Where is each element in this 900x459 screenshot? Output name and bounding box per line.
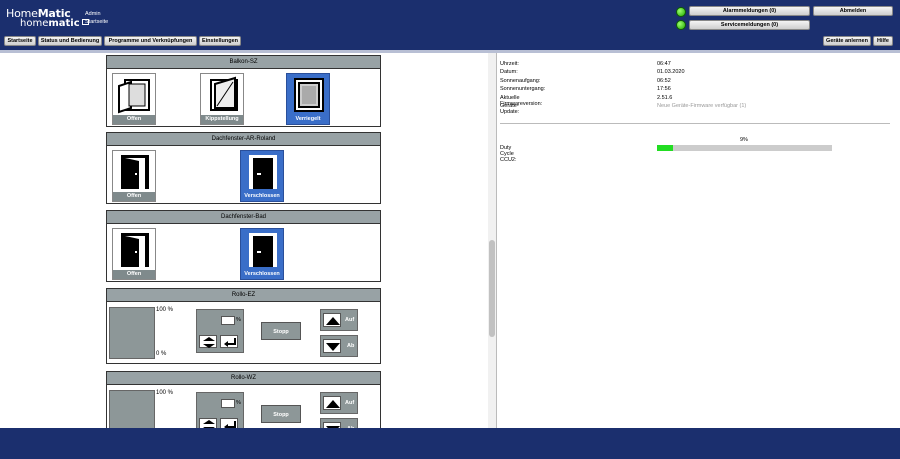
- scrollbar-thumb[interactable]: [489, 240, 495, 337]
- door-closed-icon: [249, 233, 277, 267]
- up-label: Auf: [345, 400, 355, 406]
- tile-offen[interactable]: Offen: [112, 228, 156, 280]
- help-button[interactable]: Hilfe: [873, 36, 893, 46]
- tile-kippstellung[interactable]: Kippstellung: [200, 73, 244, 125]
- nav-einstellungen[interactable]: Einstellungen: [199, 36, 241, 46]
- duty-cycle-percent: 9%: [740, 137, 748, 143]
- level-control-box: %: [196, 392, 244, 428]
- nav-programme-und-verknuepfungen[interactable]: Programme und Verknüpfungen: [104, 36, 197, 46]
- device-list-pane[interactable]: Balkon-SZ Offen Kippstellung Verriegelt …: [0, 53, 497, 428]
- level-max-label: 100 %: [156, 390, 174, 396]
- level-unit: %: [236, 400, 241, 406]
- firmware-update-link[interactable]: Neue Geräte-Firmware verfügbar (1): [657, 103, 746, 109]
- up-button[interactable]: Auf: [320, 392, 358, 414]
- header: HomeMatic homematic Admin Startseite Ala…: [0, 0, 900, 50]
- arrow-down-icon: [323, 339, 341, 353]
- stop-button[interactable]: Stopp: [261, 405, 301, 423]
- alarm-messages-button[interactable]: Alarmmeldungen (0): [689, 6, 810, 16]
- device-panel-balkon-sz: Balkon-SZ Offen Kippstellung Verriegelt: [106, 55, 381, 127]
- footer: [0, 428, 900, 459]
- tile-verschlossen[interactable]: Verschlossen: [240, 228, 284, 280]
- level-min-label: 0 %: [156, 351, 167, 357]
- user-name: Admin: [85, 11, 101, 17]
- arrow-up-icon: [323, 396, 341, 410]
- device-panel-dachfenster-bad: Dachfenster-Bad Offen Verschlossen: [106, 210, 381, 282]
- tile-label: Verschlossen: [241, 192, 283, 201]
- tile-offen[interactable]: Offen: [112, 150, 156, 202]
- tile-offen[interactable]: Offen: [112, 73, 156, 125]
- divider: [500, 123, 890, 124]
- system-info-pane: Uhrzeit: 06:47 Datum: 01.03.2020 Sonnena…: [498, 53, 900, 428]
- panel-title: Dachfenster-Bad: [107, 211, 380, 224]
- nav-startseite[interactable]: Startseite: [4, 36, 36, 46]
- window-locked-icon: [294, 78, 324, 112]
- device-panel-dachfenster-ar-roland: Dachfenster-AR-Roland Offen Verschlossen: [106, 132, 381, 204]
- up-label: Auf: [345, 317, 355, 323]
- panel-title: Balkon-SZ: [107, 56, 380, 69]
- device-list-scrollbar[interactable]: [488, 53, 496, 428]
- user-info: Admin Startseite: [85, 10, 108, 26]
- panel-title: Rollo-EZ: [107, 289, 380, 302]
- window-open-icon: [118, 79, 150, 114]
- door-closed-icon: [249, 155, 277, 189]
- level-apply-icon[interactable]: [220, 335, 238, 348]
- tile-verriegelt[interactable]: Verriegelt: [286, 73, 330, 125]
- down-label: Ab: [347, 343, 355, 349]
- duty-cycle-fill: [657, 145, 673, 151]
- level-max-label: 100 %: [156, 307, 174, 313]
- down-button[interactable]: Ab: [320, 335, 358, 357]
- alarm-status-led-icon: [676, 7, 686, 17]
- tile-label: Offen: [113, 192, 155, 201]
- up-button[interactable]: Auf: [320, 309, 358, 331]
- level-input[interactable]: [221, 399, 235, 408]
- panel-title: Rollo-WZ: [107, 372, 380, 385]
- tile-label: Kippstellung: [201, 115, 243, 124]
- tile-label: Verriegelt: [287, 115, 329, 124]
- shutter-level-display: [109, 307, 155, 359]
- tile-verschlossen[interactable]: Verschlossen: [240, 150, 284, 202]
- down-button[interactable]: Ab: [320, 418, 358, 428]
- shutter-level-display: [109, 390, 155, 428]
- window-tilted-icon: [210, 76, 238, 111]
- panel-title: Dachfenster-AR-Roland: [107, 133, 380, 146]
- service-status-led-icon: [676, 20, 686, 30]
- nav-status-und-bedienung[interactable]: Status und Bedienung: [38, 36, 102, 46]
- logout-button[interactable]: Abmelden: [813, 6, 893, 16]
- level-apply-icon[interactable]: [220, 418, 238, 428]
- stop-button[interactable]: Stopp: [261, 322, 301, 340]
- level-input[interactable]: [221, 316, 235, 325]
- tile-label: Offen: [113, 115, 155, 124]
- door-open-icon: [121, 233, 149, 267]
- current-page: Startseite: [85, 19, 109, 25]
- tile-label: Verschlossen: [241, 270, 283, 279]
- door-open-icon: [121, 155, 149, 189]
- level-stepper-icon[interactable]: [199, 335, 217, 348]
- level-stepper-icon[interactable]: [199, 418, 217, 428]
- service-messages-button[interactable]: Servicemeldungen (0): [689, 20, 810, 30]
- level-control-box: %: [196, 309, 244, 353]
- device-panel-rollo-wz: Rollo-WZ 100 % 0 % % Stopp Auf Ab: [106, 371, 381, 428]
- learn-devices-button[interactable]: Geräte anlernen: [823, 36, 871, 46]
- device-panel-rollo-ez: Rollo-EZ 100 % 0 % % Stopp Auf Ab: [106, 288, 381, 364]
- level-unit: %: [236, 317, 241, 323]
- arrow-up-icon: [323, 313, 341, 327]
- homematic-ip-logo: homematic: [20, 18, 89, 29]
- duty-cycle-bar: [657, 145, 832, 151]
- tile-label: Offen: [113, 270, 155, 279]
